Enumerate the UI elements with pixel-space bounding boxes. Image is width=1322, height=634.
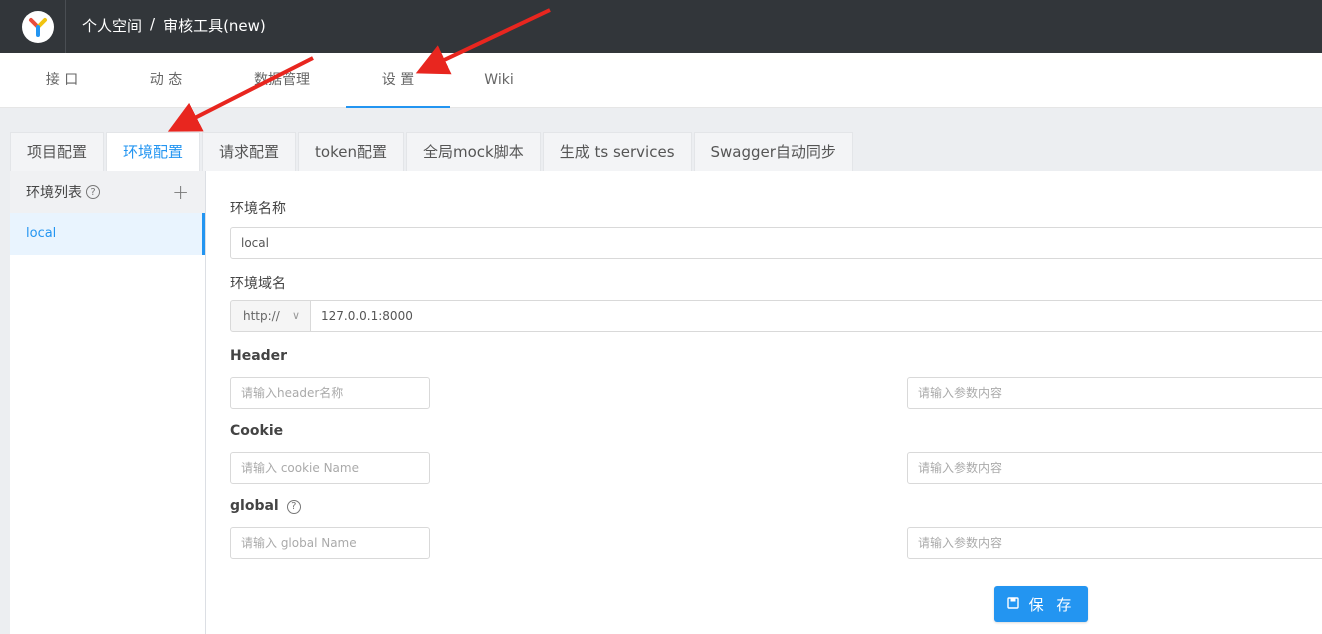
breadcrumb-project[interactable]: 审核工具(new) — [163, 15, 266, 36]
protocol-select[interactable]: http:// ∨ — [230, 300, 311, 332]
header-value-input[interactable]: 请输入参数内容 — [907, 377, 1322, 409]
global-label: global — [230, 498, 279, 514]
tab-global-mock[interactable]: 全局mock脚本 — [406, 132, 541, 171]
env-list-panel: 环境列表 ? + local — [10, 171, 206, 634]
project-subnav: 接 口 动 态 数据管理 设 置 Wiki — [0, 53, 1322, 108]
subnav-settings[interactable]: 设 置 — [346, 53, 450, 108]
subnav-wiki[interactable]: Wiki — [470, 53, 528, 108]
breadcrumb-space[interactable]: 个人空间 — [82, 15, 142, 36]
breadcrumb: 个人空间 / 审核工具(new) — [82, 15, 266, 36]
global-label-row: global? — [230, 498, 301, 514]
env-list-title: 环境列表 — [26, 185, 82, 201]
tab-swagger-sync[interactable]: Swagger自动同步 — [693, 132, 853, 171]
top-header: 个人空间 / 审核工具(new) — [0, 0, 1322, 53]
tab-project-config[interactable]: 项目配置 — [10, 132, 105, 171]
yapi-logo-icon[interactable] — [21, 10, 54, 43]
cookie-name-input[interactable]: 请输入 cookie Name — [230, 452, 430, 484]
save-label: 保 存 — [1028, 595, 1076, 614]
header-name-input[interactable]: 请输入header名称 — [230, 377, 430, 409]
env-name-label: 环境名称 — [230, 201, 286, 217]
domain-input[interactable]: 127.0.0.1:8000 — [310, 300, 1322, 332]
global-value-input[interactable]: 请输入参数内容 — [907, 527, 1322, 559]
env-list-item[interactable]: local — [10, 213, 205, 255]
tab-ts-services[interactable]: 生成 ts services — [542, 132, 692, 171]
chevron-down-icon: ∨ — [291, 309, 300, 322]
env-domain-label: 环境域名 — [230, 276, 286, 292]
global-name-input[interactable]: 请输入 global Name — [230, 527, 430, 559]
settings-tabs: 项目配置 环境配置 请求配置 token配置 全局mock脚本 生成 ts se… — [10, 132, 855, 171]
help-icon[interactable]: ? — [286, 499, 301, 514]
cookie-label: Cookie — [230, 423, 284, 439]
logo-container[interactable] — [10, 0, 66, 53]
env-list-header: 环境列表 ? + — [10, 171, 205, 213]
add-env-icon[interactable]: + — [172, 180, 189, 204]
subnav-data-management[interactable]: 数据管理 — [240, 53, 324, 108]
subnav-interface[interactable]: 接 口 — [26, 53, 98, 108]
help-icon[interactable]: ? — [86, 185, 100, 199]
save-icon — [1006, 595, 1019, 613]
env-name-input[interactable]: local — [230, 227, 1322, 259]
tab-env-config[interactable]: 环境配置 — [106, 132, 201, 171]
subnav-activity[interactable]: 动 态 — [130, 53, 202, 108]
header-label: Header — [230, 348, 288, 364]
tab-token-config[interactable]: token配置 — [298, 132, 404, 171]
env-form: 环境名称 local 环境域名 http:// ∨ 127.0.0.1:8000… — [206, 171, 1322, 634]
cookie-value-input[interactable]: 请输入参数内容 — [907, 452, 1322, 484]
breadcrumb-separator: / — [150, 15, 156, 33]
save-button[interactable]: 保 存 — [994, 586, 1088, 622]
protocol-value: http:// — [243, 309, 280, 323]
tab-request-config[interactable]: 请求配置 — [202, 132, 297, 171]
